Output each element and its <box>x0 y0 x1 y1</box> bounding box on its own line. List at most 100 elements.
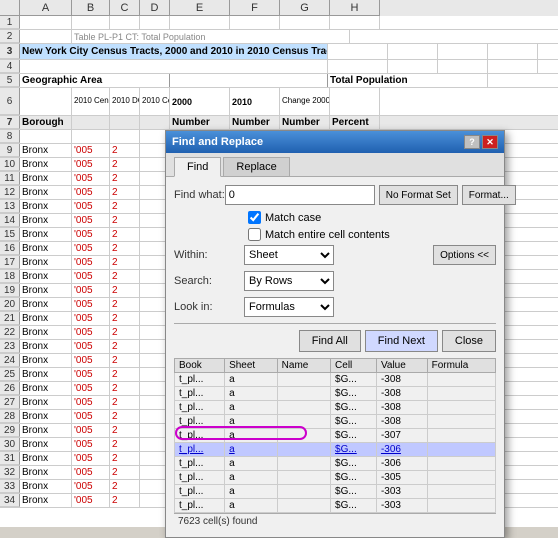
match-case-checkbox[interactable] <box>248 211 261 224</box>
fips-cell: '005 <box>72 382 110 395</box>
tab-replace[interactable]: Replace <box>223 157 289 176</box>
fips-cell: '005 <box>72 410 110 423</box>
result-name <box>277 443 330 457</box>
results-container: Book Sheet Name Cell Value Formula t_pl.… <box>174 358 496 513</box>
result-cell: $G... <box>331 373 377 387</box>
borough-cell: Bronx <box>20 368 72 381</box>
result-formula <box>427 401 495 415</box>
fips-cell: '005 <box>72 144 110 157</box>
close-button[interactable]: Close <box>442 330 496 352</box>
result-sheet: a <box>225 401 278 415</box>
result-formula <box>427 443 495 457</box>
borough-cell: Bronx <box>20 354 72 367</box>
result-sheet: a <box>225 429 278 443</box>
borough-code-cell: 2 <box>110 480 140 493</box>
find-what-input[interactable] <box>225 185 375 205</box>
cell-7c <box>110 116 140 129</box>
row-num-cell: 15 <box>0 228 20 241</box>
list-item[interactable]: t_pl... a $G... -303 <box>175 485 496 499</box>
cell-8b <box>72 130 110 143</box>
cell-1h <box>330 16 380 29</box>
dialog-title: Find and Replace <box>172 136 263 148</box>
list-item[interactable]: t_pl... a $G... -306 <box>175 443 496 457</box>
find-what-row: Find what: No Format Set Format... <box>174 185 496 205</box>
status-text: 7623 cell(s) found <box>178 516 258 527</box>
list-item[interactable]: t_pl... a $G... -308 <box>175 373 496 387</box>
result-book: t_pl... <box>175 485 225 499</box>
borough-cell: Bronx <box>20 424 72 437</box>
borough-cell: Bronx <box>20 200 72 213</box>
dialog-close-x-button[interactable]: ✕ <box>482 135 498 149</box>
row-5: 5 Geographic Area Total Population <box>0 74 558 88</box>
row-num-cell: 14 <box>0 214 20 227</box>
borough-code-cell: 2 <box>110 438 140 451</box>
result-formula <box>427 415 495 429</box>
col-headers: A B C D E F G H <box>0 0 558 16</box>
cell-1f <box>230 16 280 29</box>
dialog-help-button[interactable]: ? <box>464 135 480 149</box>
fips-cell: '005 <box>72 340 110 353</box>
row-4: 4 <box>0 60 558 74</box>
fips-cell: '005 <box>72 368 110 381</box>
within-row: Within: Sheet Workbook Options << <box>174 245 496 265</box>
borough-code-cell: 2 <box>110 326 140 339</box>
within-select[interactable]: Sheet Workbook <box>244 245 334 265</box>
search-select[interactable]: By Rows By Columns <box>244 271 334 291</box>
borough-code-cell: 2 <box>110 452 140 465</box>
options-button[interactable]: Options << <box>433 245 496 265</box>
list-item[interactable]: t_pl... a $G... -303 <box>175 499 496 513</box>
result-book: t_pl... <box>175 443 225 457</box>
row-num-cell: 10 <box>0 158 20 171</box>
row-7: 7 Borough Number Number Number Percent <box>0 116 558 130</box>
col-f-header: F <box>230 0 280 16</box>
list-item[interactable]: t_pl... a $G... -308 <box>175 387 496 401</box>
col-name: Name <box>277 359 330 373</box>
match-entire-checkbox[interactable] <box>248 228 261 241</box>
no-format-set-button[interactable]: No Format Set <box>379 185 458 205</box>
look-in-select[interactable]: Formulas Values Comments <box>244 297 334 317</box>
result-name <box>277 429 330 443</box>
result-sheet: a <box>225 373 278 387</box>
row-num-cell: 18 <box>0 270 20 283</box>
fips-cell: '005 <box>72 396 110 409</box>
fips-cell: '005 <box>72 466 110 479</box>
cell-4f <box>388 60 438 73</box>
cell-6b: 2010 Census FIPS County Code <box>72 88 110 115</box>
row-num-1: 1 <box>0 16 20 29</box>
look-in-row: Look in: Formulas Values Comments <box>174 297 496 317</box>
cell-3f <box>388 44 438 59</box>
borough-cell: Bronx <box>20 284 72 297</box>
cell-3h <box>488 44 538 59</box>
dialog-tabs: Find Replace <box>166 153 504 177</box>
result-name <box>277 499 330 513</box>
result-cell: $G... <box>331 457 377 471</box>
result-sheet: a <box>225 499 278 513</box>
find-all-button[interactable]: Find All <box>299 330 361 352</box>
list-item[interactable]: t_pl... a $G... -308 <box>175 415 496 429</box>
list-item[interactable]: t_pl... a $G... -308 <box>175 401 496 415</box>
format-button[interactable]: Format... <box>462 185 516 205</box>
row-num-cell: 30 <box>0 438 20 451</box>
borough-code-cell: 2 <box>110 382 140 395</box>
number-label-2: Number <box>230 116 280 129</box>
borough-code-cell: 2 <box>110 144 140 157</box>
fips-cell: '005 <box>72 200 110 213</box>
row-6: 6 2010 Census FIPS County Code 2010 DCP … <box>0 88 558 116</box>
borough-cell: Bronx <box>20 298 72 311</box>
list-item[interactable]: t_pl... a $G... -305 <box>175 471 496 485</box>
borough-code-cell: 2 <box>110 494 140 507</box>
find-next-button[interactable]: Find Next <box>365 330 438 352</box>
list-item[interactable]: t_pl... a $G... -306 <box>175 457 496 471</box>
fips-cell: '005 <box>72 480 110 493</box>
borough-code-cell: 2 <box>110 228 140 241</box>
find-replace-dialog[interactable]: Find and Replace ? ✕ Find Replace Find w… <box>165 130 505 538</box>
list-item[interactable]: t_pl... a $G... -307 <box>175 429 496 443</box>
col-e-header: E <box>170 0 230 16</box>
row-num-3: 3 <box>0 44 20 59</box>
fips-cell: '005 <box>72 298 110 311</box>
col-g-header: G <box>280 0 330 16</box>
fips-cell: '005 <box>72 424 110 437</box>
tab-find[interactable]: Find <box>174 157 221 177</box>
col-c-header: C <box>110 0 140 16</box>
result-cell: $G... <box>331 415 377 429</box>
